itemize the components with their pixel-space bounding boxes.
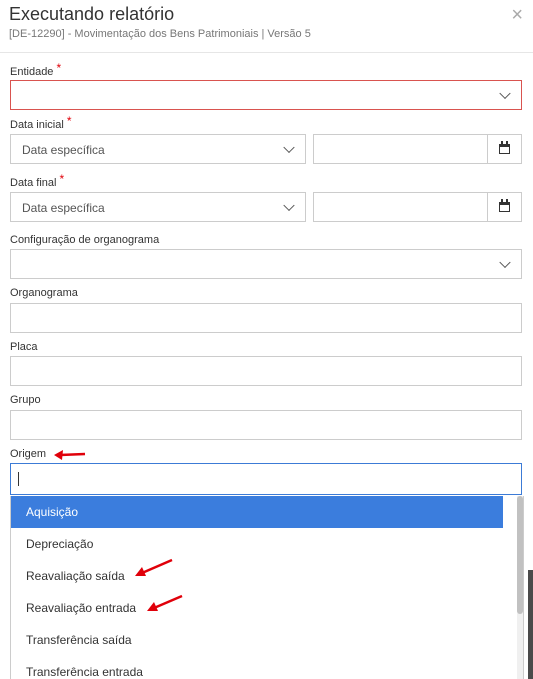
required-marker: * (59, 172, 65, 186)
origem-option-reavaliacao-entrada[interactable]: Reavaliação entrada (11, 592, 503, 624)
annotation-arrow-icon (147, 594, 183, 611)
annotation-arrow-icon (54, 450, 86, 460)
origem-option-transferencia-entrada[interactable]: Transferência entrada (11, 656, 503, 679)
close-icon[interactable]: × (511, 4, 523, 27)
calendar-icon (499, 199, 510, 212)
origem-search-input[interactable] (10, 463, 522, 495)
annotation-arrow-icon (135, 558, 173, 576)
modal-title: Executando relatório (9, 4, 175, 24)
data-final-label: Data final * (10, 172, 65, 189)
data-final-mode-value: Data específica (22, 201, 105, 215)
data-inicial-label: Data inicial * (10, 114, 72, 131)
origem-option-transferencia-saida[interactable]: Transferência saída (11, 624, 503, 656)
placa-input[interactable] (10, 356, 522, 386)
modal-header: Executando relatório [DE-12290] - Movime… (0, 0, 533, 53)
data-inicial-label-text: Data inicial (10, 119, 64, 131)
config-organograma-select[interactable] (10, 249, 522, 279)
grupo-input[interactable] (10, 410, 522, 440)
dropdown-scrollbar[interactable] (517, 496, 523, 679)
origem-option-depreciacao[interactable]: Depreciação (11, 528, 503, 560)
calendar-button[interactable] (487, 135, 521, 163)
organograma-input[interactable] (10, 303, 522, 333)
scrollbar-thumb[interactable] (517, 496, 523, 614)
text-cursor (18, 472, 19, 486)
data-final-label-text: Data final (10, 177, 57, 189)
required-marker: * (56, 61, 62, 75)
required-marker: * (66, 114, 72, 128)
chevron-down-icon (283, 141, 295, 154)
entidade-select[interactable] (10, 80, 522, 110)
data-inicial-mode-value: Data específica (22, 143, 105, 157)
data-final-date-input[interactable] (313, 192, 522, 222)
placa-label: Placa (10, 341, 38, 353)
config-organograma-label: Configuração de organograma (10, 234, 160, 246)
entidade-label-text: Entidade (10, 66, 54, 78)
modal-subtitle: [DE-12290] - Movimentação dos Bens Patri… (9, 28, 311, 40)
origem-option-aquisicao[interactable]: Aquisição (11, 496, 503, 528)
background-strip (528, 570, 533, 679)
chevron-down-icon (499, 256, 511, 269)
grupo-label: Grupo (10, 394, 41, 406)
entidade-label: Entidade * (10, 61, 62, 78)
data-inicial-date-input[interactable] (313, 134, 522, 164)
origem-dropdown-list[interactable]: Aquisição Depreciação Reavaliação saída … (10, 496, 524, 679)
chevron-down-icon (283, 199, 295, 212)
chevron-down-icon (499, 87, 511, 100)
origem-option-reavaliacao-saida[interactable]: Reavaliação saída (11, 560, 503, 592)
calendar-button[interactable] (487, 193, 521, 221)
origem-label: Origem (10, 448, 47, 460)
organograma-label: Organograma (10, 287, 78, 299)
data-inicial-mode-select[interactable]: Data específica (10, 134, 306, 164)
data-final-mode-select[interactable]: Data específica (10, 192, 306, 222)
calendar-icon (499, 141, 510, 154)
